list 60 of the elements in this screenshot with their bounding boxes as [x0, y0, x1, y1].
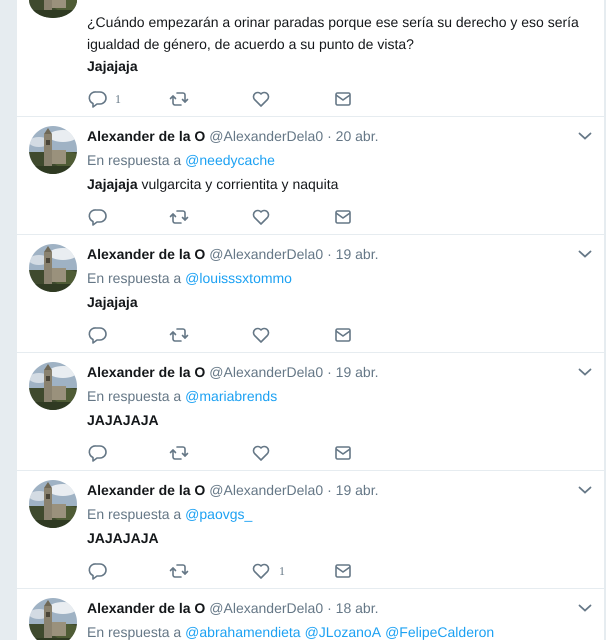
tweet-text: Jajajaja vulgarcita y corrientita y naquita	[87, 175, 340, 194]
tweet-text: JAJAJAJA	[87, 411, 160, 430]
retweet-icon[interactable]	[169, 207, 189, 227]
mention-link[interactable]: @louisssxtommo	[185, 268, 292, 288]
heart-icon[interactable]	[251, 207, 271, 227]
reply-icon[interactable]	[87, 443, 107, 463]
tweet-date[interactable]: · 19 abr.	[327, 244, 378, 264]
tweet-text: Jajajaja	[87, 57, 139, 76]
chevron-down-icon[interactable]	[578, 603, 592, 613]
heart-icon[interactable]	[251, 325, 271, 345]
author-name[interactable]: Alexander de la O	[87, 244, 206, 264]
reply-icon[interactable]	[87, 89, 107, 109]
envelope-icon[interactable]	[333, 89, 353, 109]
reply-label: En respuesta a	[87, 505, 182, 524]
tweet-text: Jajajaja	[87, 293, 139, 312]
author-handle[interactable]: @AlexanderDela0	[209, 598, 324, 618]
reply-label: En respuesta a	[87, 151, 182, 170]
envelope-icon[interactable]	[333, 561, 353, 581]
mention-link[interactable]: @abrahamendieta	[185, 622, 301, 640]
author-name[interactable]: Alexander de la O	[87, 126, 206, 146]
mention-link[interactable]: @paovgs_	[185, 504, 252, 524]
retweet-icon[interactable]	[169, 443, 189, 463]
chevron-down-icon[interactable]	[578, 249, 592, 259]
tweet-date[interactable]: · 20 abr.	[327, 126, 378, 146]
author-name[interactable]: Alexander de la O	[87, 362, 206, 382]
reply-count: 1	[115, 92, 121, 106]
author-name[interactable]: Alexander de la O	[87, 480, 206, 500]
retweet-icon[interactable]	[169, 89, 189, 109]
reply-icon[interactable]	[87, 561, 107, 581]
envelope-icon[interactable]	[333, 443, 353, 463]
mention-link[interactable]: @mariabrends	[185, 386, 278, 406]
chevron-down-icon[interactable]	[578, 367, 592, 377]
reply-label: En respuesta a	[87, 623, 182, 640]
tweet-date[interactable]: · 19 abr.	[327, 480, 378, 500]
envelope-icon[interactable]	[333, 325, 353, 345]
tweet-date[interactable]: · 18 abr.	[327, 598, 378, 618]
chevron-down-icon[interactable]	[578, 485, 592, 495]
like-count: 1	[279, 564, 285, 578]
retweet-icon[interactable]	[169, 561, 189, 581]
author-name[interactable]: Alexander de la O	[87, 598, 206, 618]
retweet-icon[interactable]	[169, 325, 189, 345]
mention-link[interactable]: @JLozanoA	[304, 622, 382, 640]
author-handle[interactable]: @AlexanderDela0	[209, 480, 324, 500]
tweet-text: JAJAJAJA	[87, 529, 160, 548]
reply-label: En respuesta a	[87, 387, 182, 406]
heart-icon[interactable]	[251, 443, 271, 463]
author-handle[interactable]: @AlexanderDela0	[209, 362, 324, 382]
chevron-down-icon[interactable]	[578, 131, 592, 141]
tweet-text: ¿Cuándo empezarán a orinar paradas porque ese sería su derecho y eso sería igualdad de género, de acuerdo a su punto de vista?	[87, 13, 580, 54]
heart-icon[interactable]	[251, 561, 271, 581]
heart-icon[interactable]	[251, 89, 271, 109]
envelope-icon[interactable]	[333, 207, 353, 227]
mention-link[interactable]: @needycache	[185, 150, 275, 170]
author-handle[interactable]: @AlexanderDela0	[209, 126, 324, 146]
reply-label: En respuesta a	[87, 269, 182, 288]
mention-link[interactable]: @FelipeCalderon	[385, 622, 494, 640]
reply-icon[interactable]	[87, 207, 107, 227]
tweet-date[interactable]: · 19 abr.	[327, 362, 378, 382]
reply-icon[interactable]	[87, 325, 107, 345]
author-handle[interactable]: @AlexanderDela0	[209, 244, 324, 264]
